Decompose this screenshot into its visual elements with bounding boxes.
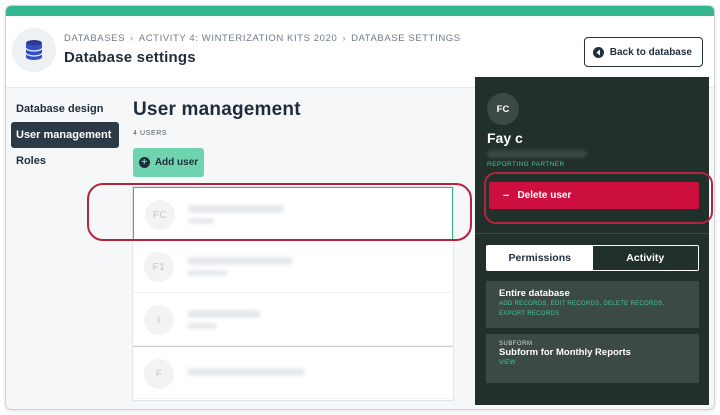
breadcrumb-databases[interactable]: DATABASES [64, 33, 125, 44]
page-title: Database settings [64, 49, 196, 66]
settings-sidebar: Database design User management Roles [11, 96, 119, 174]
back-arrow-icon [592, 46, 604, 58]
back-to-database-button[interactable]: Back to database [583, 37, 703, 67]
sidebar-item-user-management[interactable]: User management [11, 122, 119, 148]
breadcrumb-separator: › [342, 33, 347, 44]
permission-rights: ADD RECORDS, EDIT RECORDS, DELETE RECORD… [499, 301, 665, 317]
user-role: REPORTING PARTNER [487, 161, 565, 168]
plus-icon: + [138, 157, 150, 168]
tab-activity[interactable]: Activity [592, 246, 698, 270]
permission-card-entire-database[interactable]: Entire database ADD RECORDS, EDIT RECORD… [486, 281, 699, 328]
redacted-email [487, 150, 587, 158]
permission-title: Entire database [499, 288, 570, 299]
database-icon [12, 28, 56, 72]
avatar: FC [487, 93, 519, 125]
permission-title: Subform for Monthly Reports [499, 347, 631, 358]
redacted-name [187, 257, 293, 265]
highlight-annotation [87, 183, 472, 241]
sidebar-item-label: User management [16, 129, 112, 141]
breadcrumb-separator: › [130, 33, 134, 44]
avatar: F [144, 359, 174, 389]
back-to-database-label: Back to database [609, 46, 692, 58]
list-item[interactable]: F [133, 346, 453, 399]
top-accent-bar [6, 6, 714, 16]
breadcrumb-database-settings: DATABASE SETTINGS [351, 33, 461, 44]
user-detail-panel: FC Fay c REPORTING PARTNER − Delete user… [475, 77, 709, 405]
sidebar-item-roles[interactable]: Roles [11, 148, 119, 174]
add-user-label: Add user [154, 157, 199, 168]
avatar: F1 [144, 252, 174, 282]
users-count: 4 USERS [133, 130, 168, 137]
list-item[interactable]: I [133, 293, 453, 346]
add-user-button[interactable]: + Add user [133, 148, 204, 177]
redacted-name [187, 310, 261, 318]
permission-card-subform[interactable]: SUBFORM Subform for Monthly Reports VIEW [486, 334, 699, 383]
redacted-email [187, 270, 227, 276]
breadcrumb: DATABASES › ACTIVITY 4: WINTERIZATION KITS… [64, 33, 461, 44]
breadcrumb-activity[interactable]: ACTIVITY 4: WINTERIZATION KITS 2020 [139, 33, 338, 44]
redacted-email [187, 323, 217, 329]
sidebar-item-database-design[interactable]: Database design [11, 96, 119, 122]
section-title: User management [133, 99, 301, 120]
redacted-name [187, 368, 305, 376]
user-name: Fay c [487, 130, 523, 146]
sidebar-item-label: Database design [16, 103, 104, 115]
divider [475, 233, 709, 234]
highlight-annotation [484, 172, 713, 224]
panel-tabs: Permissions Activity [486, 245, 699, 271]
list-item[interactable]: F1 [133, 240, 453, 293]
user-management-section: User management 4 USERS + Add user [133, 91, 473, 177]
tab-permissions[interactable]: Permissions [487, 246, 593, 270]
sidebar-item-label: Roles [16, 155, 46, 167]
permission-rights: VIEW [499, 360, 516, 366]
avatar: I [144, 305, 174, 335]
